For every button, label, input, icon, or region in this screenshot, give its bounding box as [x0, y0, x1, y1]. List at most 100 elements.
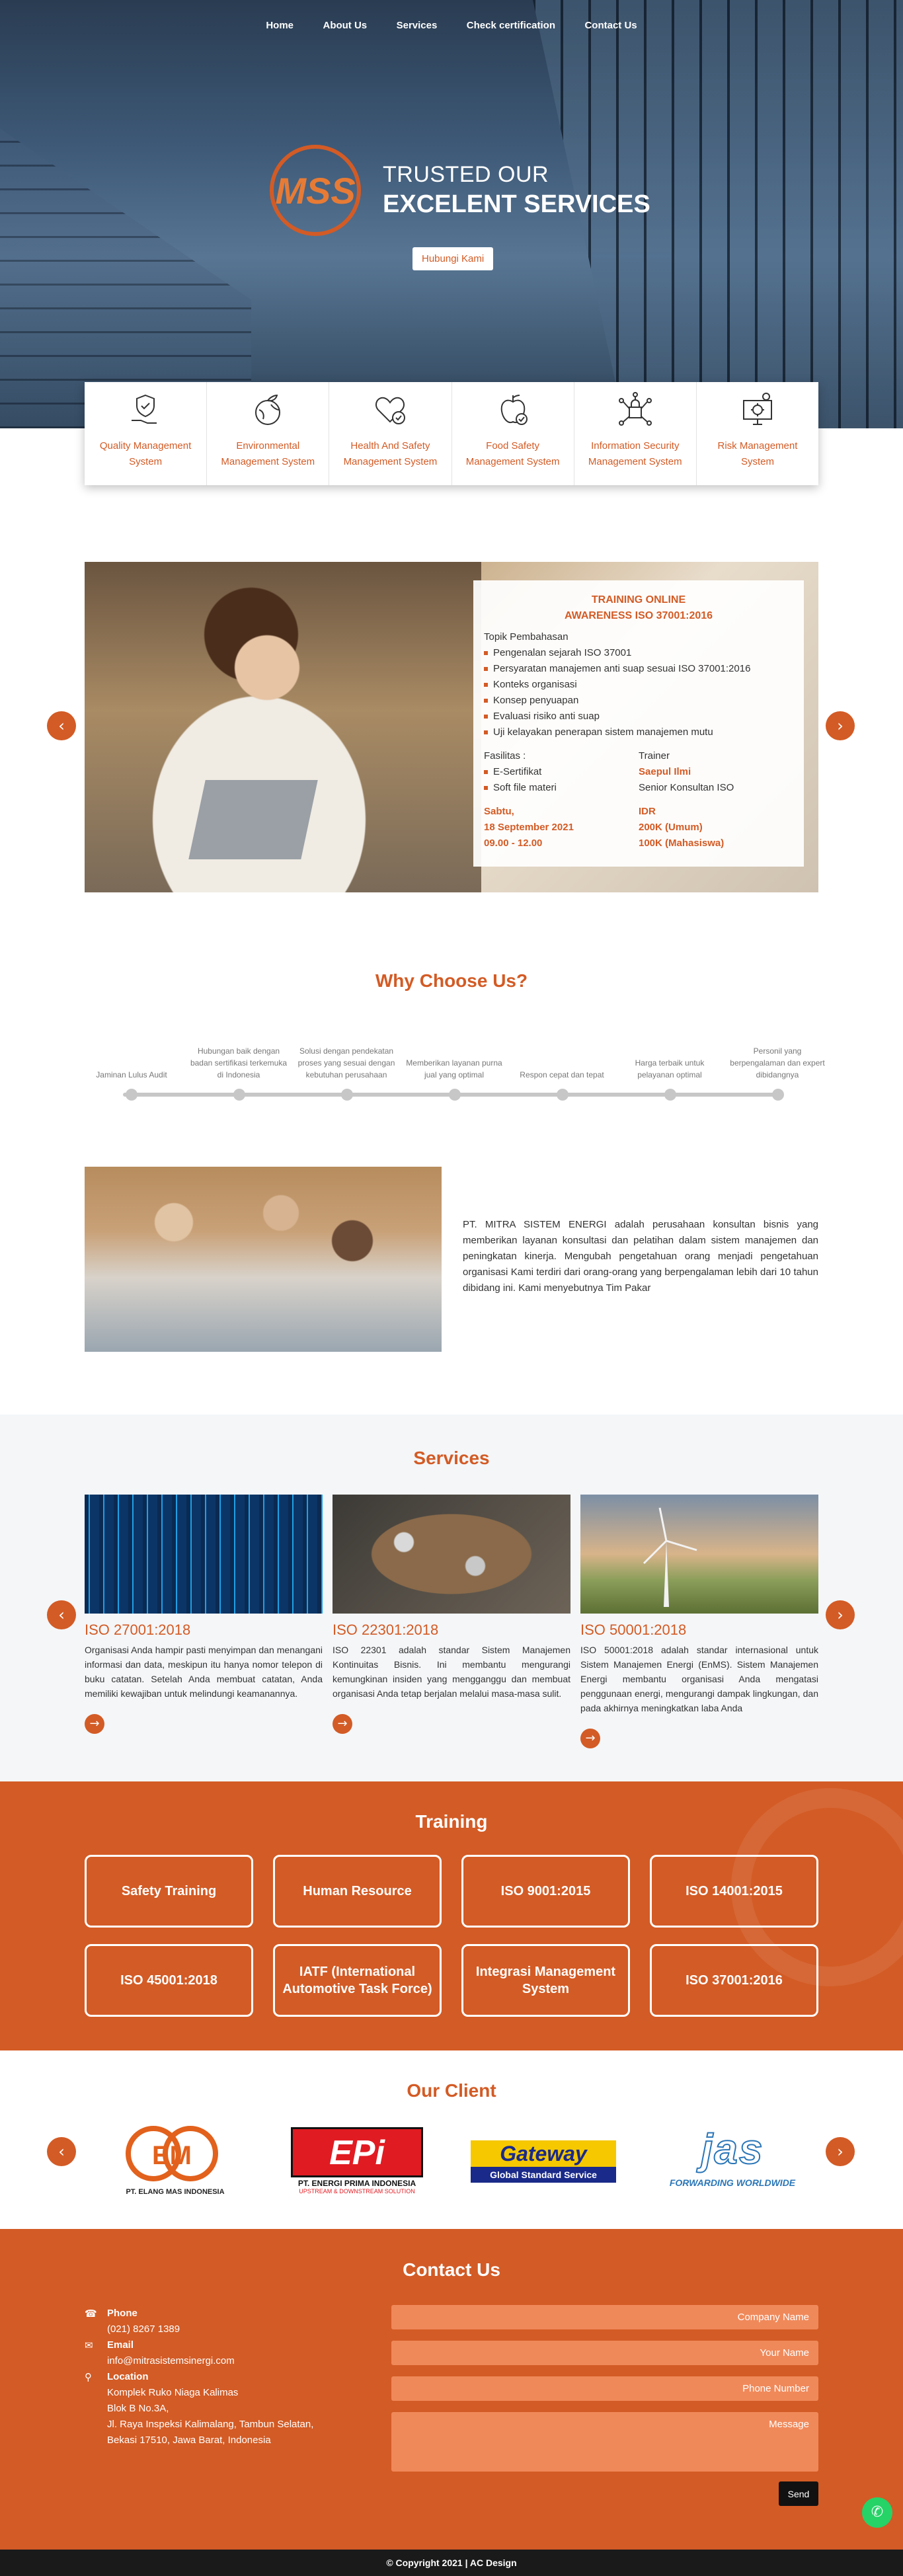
- training-day: Sabtu,: [484, 806, 514, 817]
- company-name-field[interactable]: [391, 2305, 818, 2329]
- topic-item: Pengenalan sejarah ISO 37001: [484, 645, 793, 661]
- services-title: Services: [413, 1448, 490, 1468]
- why-item: Jaminan Lulus Audit: [96, 1070, 167, 1079]
- service-card: ISO 22301:2018 ISO 22301 adalah standar …: [333, 1495, 570, 1734]
- banner-next-button[interactable]: ›: [826, 711, 855, 740]
- training-button[interactable]: IATF (International Automotive Task Forc…: [273, 1944, 442, 2017]
- service-title: ISO 22301:2018: [333, 1621, 439, 1638]
- topic-item: Uji kelayakan penerapan sistem manajemen…: [484, 724, 793, 740]
- client-logo-mark: Gateway: [471, 2140, 616, 2167]
- facility-item: E-Sertifikat: [484, 764, 639, 780]
- facility-item: Soft file materi: [484, 780, 639, 796]
- service-title: ISO 50001:2018: [580, 1621, 687, 1638]
- nav-home[interactable]: Home: [266, 20, 294, 31]
- system-card-environmental[interactable]: Environmental Management System: [207, 382, 330, 485]
- system-label: Risk Management System: [717, 440, 798, 467]
- phone-label: Phone: [107, 2308, 137, 2319]
- why-item: Personil yang berpengalaman dan expert d…: [730, 1046, 825, 1079]
- phone-value[interactable]: (021) 8267 1389: [107, 2322, 180, 2337]
- client-name: FORWARDING WORLDWIDE: [669, 2177, 796, 2188]
- training-button[interactable]: Safety Training: [85, 1855, 253, 1928]
- nav-check-certification[interactable]: Check certification: [467, 20, 555, 31]
- training-button[interactable]: Human Resource: [273, 1855, 442, 1928]
- footer-copyright: © Copyright 2021 | AC Design: [0, 2550, 903, 2576]
- why-item: Hubungan baik dengan badan sertifikasi t…: [190, 1046, 288, 1079]
- mss-logo: MSS: [268, 143, 363, 238]
- why-item: Harga terbaik untuk pelayanan optimal: [635, 1058, 705, 1079]
- services-next-button[interactable]: ›: [826, 1600, 855, 1629]
- timeline-dot: [557, 1089, 569, 1101]
- phone-number-field[interactable]: [391, 2376, 818, 2401]
- address-line: Bekasi 17510, Jawa Barat, Indonesia: [107, 2435, 271, 2446]
- about-team-photo: [85, 1167, 442, 1352]
- timeline-dot: [664, 1089, 676, 1101]
- about-text: PT. MITRA SISTEM ENERGI adalah perusahaa…: [463, 1219, 818, 1294]
- topic-item: Persyaratan manajemen anti suap sesuai I…: [484, 661, 793, 677]
- system-card-information-security[interactable]: Information Security Management System: [574, 382, 697, 485]
- hero-line1: TRUSTED OUR: [383, 162, 549, 187]
- email-icon: ✉: [85, 2339, 93, 2351]
- email-value[interactable]: info@mitrasistemsinergi.com: [107, 2353, 235, 2369]
- system-label: Quality Management System: [99, 440, 192, 467]
- client-logo-mark: EPi: [291, 2127, 423, 2177]
- client-logo-gateway: Gateway Global Standard Service: [471, 2122, 616, 2201]
- training-title2: AWARENESS ISO 37001:2016: [564, 610, 713, 621]
- timeline-dot: [233, 1089, 245, 1101]
- clients-next-button[interactable]: ›: [826, 2137, 855, 2166]
- trainer-role: Senior Konsultan ISO: [639, 782, 734, 793]
- system-card-food-safety[interactable]: Food Safety Management System: [452, 382, 574, 485]
- send-button[interactable]: Send: [779, 2481, 818, 2506]
- hero-section: Home About Us Services Check certificati…: [0, 0, 903, 428]
- your-name-field[interactable]: [391, 2341, 818, 2365]
- heart-check-icon: [375, 397, 406, 424]
- nav-about[interactable]: About Us: [323, 20, 367, 31]
- facilities-label: Fasilitas :: [484, 750, 526, 761]
- service-title: ISO 27001:2018: [85, 1621, 191, 1638]
- system-label: Information Security Management System: [588, 440, 682, 467]
- service-more-button[interactable]: →: [333, 1714, 352, 1734]
- price-currency: IDR: [639, 806, 656, 817]
- address-line: Blok B No.3A,: [107, 2403, 169, 2414]
- banner-prev-button[interactable]: ‹: [47, 711, 76, 740]
- contact-us-button[interactable]: Hubungi Kami: [412, 247, 494, 270]
- client-name: Global Standard Service: [471, 2167, 616, 2183]
- service-more-button[interactable]: →: [85, 1714, 104, 1734]
- clients-title: Our Client: [407, 2080, 496, 2101]
- service-text: Organisasi Anda hampir pasti menyimpan d…: [85, 1645, 323, 1699]
- client-name: PT. ELANG MAS INDONESIA: [126, 2188, 225, 2196]
- nav-services[interactable]: Services: [397, 20, 438, 31]
- service-more-button[interactable]: →: [580, 1729, 600, 1748]
- main-nav: Home About Us Services Check certificati…: [0, 20, 903, 32]
- location-label: Location: [107, 2371, 149, 2382]
- training-button[interactable]: ISO 9001:2015: [461, 1855, 630, 1928]
- client-logo-energi-prima: EPi PT. ENERGI PRIMA INDONESIA UPSTREAM …: [291, 2122, 423, 2201]
- topics-list: Pengenalan sejarah ISO 37001 Persyaratan…: [484, 645, 793, 740]
- clients-prev-button[interactable]: ‹: [47, 2137, 76, 2166]
- system-card-health-safety[interactable]: Health And Safety Management System: [329, 382, 452, 485]
- price-student: 100K (Mahasiswa): [639, 838, 725, 849]
- why-item: Respon cepat dan tepat: [520, 1070, 604, 1079]
- training-title1: TRAINING ONLINE: [591, 594, 686, 605]
- system-card-quality[interactable]: Quality Management System: [85, 382, 208, 485]
- system-label: Environmental Management System: [221, 440, 315, 467]
- training-button[interactable]: ISO 37001:2016: [650, 1944, 818, 2017]
- email-label: Email: [107, 2339, 134, 2351]
- client-logo-mark: EM: [152, 2141, 192, 2170]
- why-item: Solusi dengan pendekatan proses yang ses…: [297, 1046, 395, 1079]
- message-field[interactable]: [391, 2412, 818, 2472]
- services-prev-button[interactable]: ‹: [47, 1600, 76, 1629]
- why-title: Why Choose Us?: [375, 970, 528, 991]
- contact-title: Contact Us: [403, 2259, 500, 2280]
- training-button[interactable]: ISO 45001:2018: [85, 1944, 253, 2017]
- wind-turbine-image: [580, 1495, 818, 1614]
- whatsapp-icon[interactable]: ✆: [862, 2497, 892, 2528]
- client-logo-jas: jas FORWARDING WORLDWIDE: [660, 2122, 805, 2201]
- training-button[interactable]: ISO 14001:2015: [650, 1855, 818, 1928]
- topic-item: Konteks organisasi: [484, 677, 793, 693]
- training-time: 09.00 - 12.00: [484, 838, 543, 849]
- training-button[interactable]: Integrasi Management System: [461, 1944, 630, 2017]
- timeline-dot: [126, 1089, 137, 1101]
- nav-contact[interactable]: Contact Us: [584, 20, 637, 31]
- system-card-risk[interactable]: Risk Management System: [697, 382, 818, 485]
- why-item: Memberikan layanan purna jual yang optim…: [406, 1058, 502, 1079]
